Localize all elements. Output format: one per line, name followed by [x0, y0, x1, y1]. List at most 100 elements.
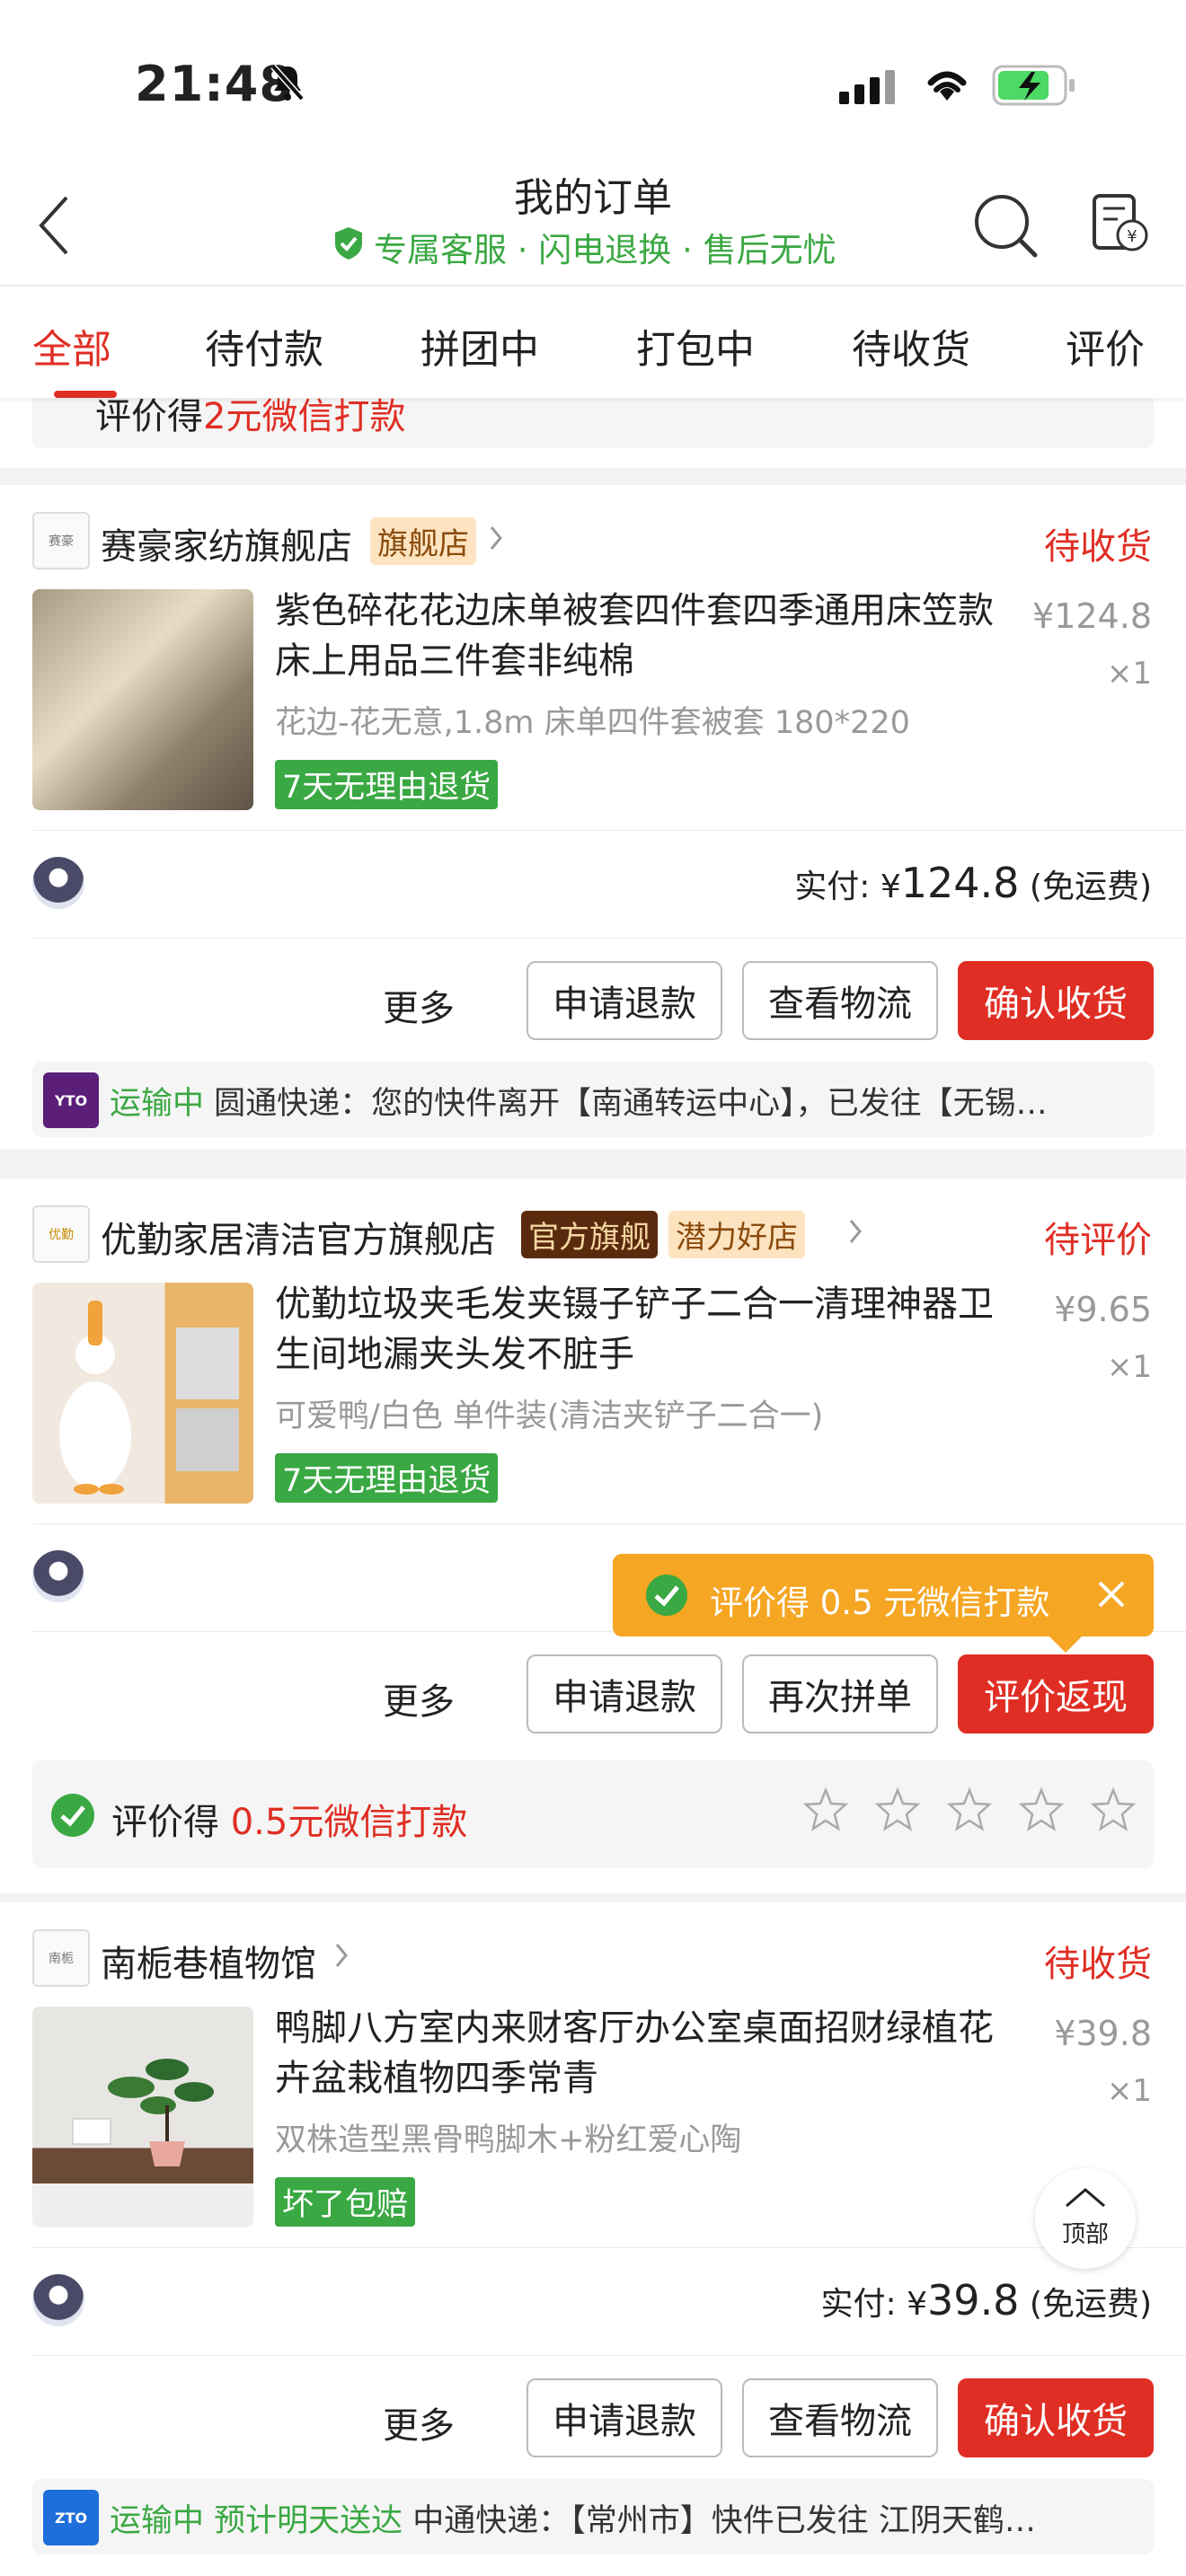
signal-icon	[839, 70, 898, 110]
confirm-receipt-button[interactable]: 确认收货	[958, 961, 1154, 1040]
logistics-row[interactable]: YTO 运输中 圆通快递：您的快件离开【南通转运中心】，已发往【无锡…	[32, 1062, 1154, 1137]
return-badge: 7天无理由退货	[275, 760, 499, 809]
zto-logo-icon: ZTO	[43, 2490, 99, 2545]
partial-review-card: 评价得2元微信打款	[0, 342, 1186, 468]
divider	[32, 830, 1186, 831]
more-button[interactable]: 更多	[383, 1672, 455, 1725]
review-cashback-button[interactable]: 评价返现	[958, 1654, 1154, 1734]
mute-icon	[270, 63, 305, 106]
paid-amount: 实付: ¥124.8 (免运费)	[794, 859, 1152, 907]
review-reward-tooltip[interactable]: 评价得 0.5 元微信打款	[613, 1554, 1154, 1653]
product-image[interactable]	[32, 2007, 253, 2228]
store-name[interactable]: 优勤家居清洁官方旗舰店	[101, 1211, 496, 1263]
chevron-right-icon	[489, 525, 503, 555]
product-image[interactable]	[32, 1283, 253, 1504]
star-icon[interactable]	[1019, 1787, 1064, 1832]
product-qty: ×1	[1106, 1349, 1152, 1385]
star-icon[interactable]	[875, 1787, 920, 1832]
avatar	[32, 1550, 84, 1602]
product-spec: 双株造型黑骨鸭脚木+粉红爱心陶	[275, 2122, 742, 2158]
avatar	[32, 2274, 84, 2326]
chevron-right-icon	[334, 1942, 349, 1972]
logistics-row[interactable]: ZTO 运输中 预计明天送达 中通快递：【常州市】快件已发往 江阴天鹤…	[32, 2479, 1154, 2554]
product-image[interactable]	[32, 589, 253, 810]
review-text: 评价得 0.5元微信打款	[111, 1802, 468, 1843]
confirm-receipt-button[interactable]: 确认收货	[958, 2378, 1154, 2457]
tab-active-indicator	[54, 391, 117, 398]
store-tag-secondary: 潜力好店	[668, 1211, 805, 1258]
divider	[32, 2355, 1186, 2356]
tooltip-text: 评价得 0.5 元微信打款	[710, 1584, 1050, 1622]
shield-check-icon	[332, 225, 365, 269]
order-status: 待评价	[1044, 1220, 1152, 1261]
star-icon[interactable]	[1091, 1787, 1136, 1832]
battery-icon	[992, 65, 1078, 110]
tab-pending-payment[interactable]: 待付款	[205, 317, 323, 375]
close-icon[interactable]	[1096, 1579, 1127, 1618]
wechat-pay-icon	[645, 1574, 688, 1625]
divider	[32, 2247, 1186, 2248]
subtitle-text: 专属客服 · 闪电退换 · 售后无忧	[374, 231, 836, 269]
tab-review[interactable]: 评价	[1066, 317, 1145, 375]
star-icon[interactable]	[947, 1787, 992, 1832]
chevron-right-icon	[848, 1218, 863, 1248]
product-title[interactable]: 紫色碎花花边床单被套四件套四季通用床笠款床上用品三件套非纯棉	[275, 586, 994, 686]
product-qty: ×1	[1106, 2073, 1152, 2109]
star-icon[interactable]	[803, 1787, 848, 1832]
order-card: 优勤 优勤家居清洁官方旗舰店 官方旗舰 潜力好店 待评价 优勤垃圾夹毛发夹镊子铲…	[0, 1178, 1186, 1893]
product-title[interactable]: 鸭脚八方室内来财客厅办公室桌面招财绿植花卉盆栽植物四季常青	[275, 2003, 994, 2104]
more-button[interactable]: 更多	[383, 979, 455, 1031]
order-status: 待收货	[1044, 1944, 1152, 1985]
paid-amount: 实付: ¥39.8 (免运费)	[820, 2276, 1152, 2325]
more-button[interactable]: 更多	[383, 2396, 455, 2448]
refund-button[interactable]: 申请退款	[527, 1654, 722, 1734]
avatar	[32, 857, 84, 909]
header-subtitle: 专属客服 · 闪电退换 · 售后无忧	[332, 223, 836, 271]
order-card: 赛豪 赛豪家纺旗舰店 旗舰店 待收货 紫色碎花花边床单被套四件套四季通用床笠款床…	[0, 485, 1186, 1150]
product-qty: ×1	[1106, 656, 1152, 692]
duck-illustration-icon	[59, 1301, 239, 1495]
store-name[interactable]: 赛豪家纺旗舰店	[101, 517, 352, 569]
product-price: ¥9.65	[1054, 1290, 1152, 1329]
store-name[interactable]: 南栀巷植物馆	[101, 1935, 316, 1987]
store-logo: 南栀	[32, 1929, 90, 1987]
product-spec: 可爱鸭/白色 单件装(清洁夹铲子二合一)	[275, 1398, 824, 1434]
track-logistics-button[interactable]: 查看物流	[742, 2378, 938, 2457]
tab-packing[interactable]: 打包中	[636, 317, 755, 375]
logistics-text: 运输中 圆通快递：您的快件离开【南通转运中心】，已发往【无锡…	[110, 1086, 1048, 1122]
return-badge: 7天无理由退货	[275, 1453, 499, 1503]
store-tag: 官方旗舰	[521, 1211, 658, 1258]
guarantee-badge: 坏了包赔	[275, 2177, 416, 2227]
track-logistics-button[interactable]: 查看物流	[742, 961, 938, 1040]
store-tag: 旗舰店	[370, 517, 476, 565]
tab-all[interactable]: 全部	[32, 317, 111, 375]
product-title[interactable]: 优勤垃圾夹毛发夹镊子铲子二合一清理神器卫生间地漏夹头发不脏手	[275, 1279, 994, 1380]
plant-illustration-icon	[72, 2059, 214, 2166]
divider	[32, 1523, 1186, 1524]
store-logo: 赛豪	[32, 512, 90, 569]
store-logo: 优勤	[32, 1205, 90, 1263]
svg-text:¥: ¥	[1127, 227, 1137, 246]
order-card: 南栀 南栀巷植物馆 待收货 鸭脚八方室内来财客厅办公室桌面招财绿植花卉盆栽植物四…	[0, 1902, 1186, 2576]
product-price: ¥124.8	[1032, 596, 1152, 636]
back-to-top-label: 顶部	[1061, 2221, 1109, 2248]
review-reward-row[interactable]: 评价得 0.5元微信打款	[32, 1760, 1154, 1868]
invoice-icon[interactable]: ¥	[1091, 192, 1150, 259]
tab-pending-receipt[interactable]: 待收货	[852, 317, 970, 375]
yto-logo-icon: YTO	[43, 1072, 99, 1128]
search-icon[interactable]	[972, 192, 1039, 262]
wechat-pay-icon	[50, 1793, 95, 1841]
product-spec: 花边-花无意,1.8m 床单四件套被套 180*220	[275, 705, 910, 741]
back-to-top-button[interactable]: 顶部	[1035, 2168, 1136, 2269]
rating-stars[interactable]	[803, 1787, 1136, 1832]
order-status: 待收货	[1044, 526, 1152, 568]
order-tabs: 全部 待付款 拼团中 打包中 待收货 评价	[0, 285, 1186, 398]
logistics-text: 运输中 预计明天送达 中通快递：【常州市】快件已发往 江阴天鹤…	[110, 2503, 1036, 2539]
reorder-button[interactable]: 再次拼单	[742, 1654, 938, 1734]
refund-button[interactable]: 申请退款	[527, 2378, 722, 2457]
refund-button[interactable]: 申请退款	[527, 961, 722, 1040]
tab-group-buying[interactable]: 拼团中	[420, 317, 539, 375]
divider	[32, 938, 1186, 939]
product-price: ¥39.8	[1054, 2014, 1152, 2053]
chevron-up-icon	[1066, 2188, 1105, 2208]
